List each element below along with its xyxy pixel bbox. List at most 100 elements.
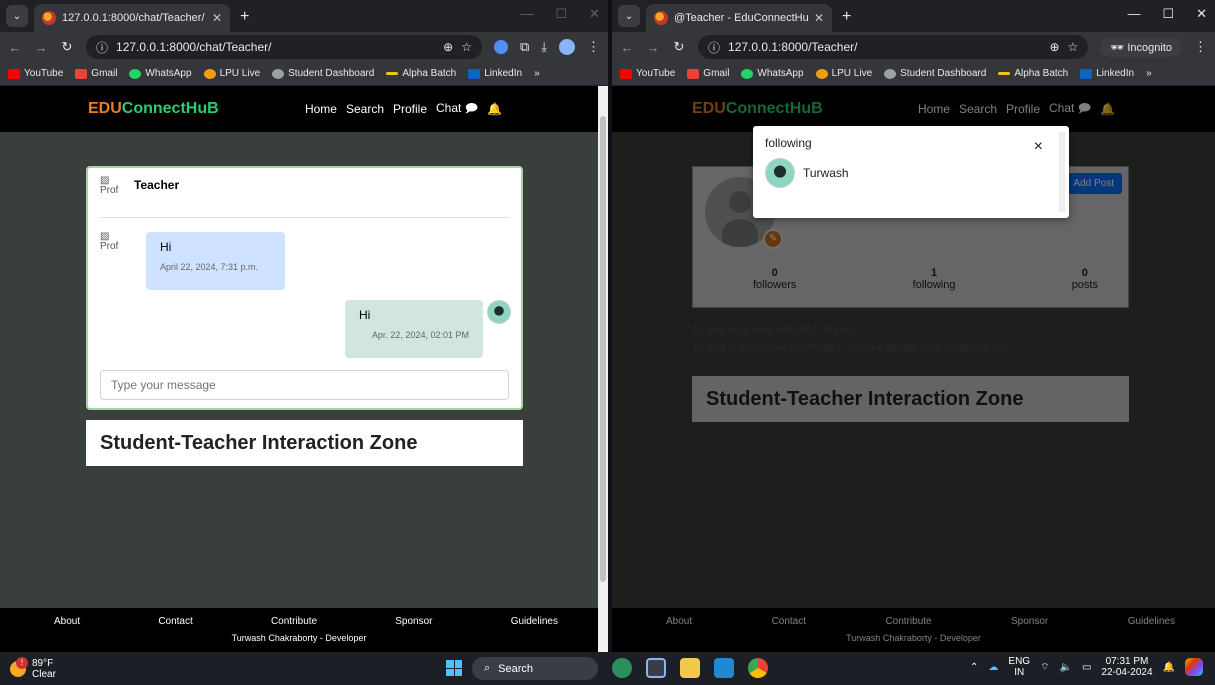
zoom-icon[interactable]: ⊕	[443, 40, 453, 54]
bookmark-label: Gmail	[91, 68, 118, 79]
bookmark-label: LinkedIn	[1096, 68, 1135, 79]
nav-search[interactable]: Search	[346, 102, 384, 116]
footer-contact[interactable]: Contact	[158, 616, 192, 627]
scrollbar-thumb[interactable]	[600, 116, 606, 582]
reload-icon[interactable]: ↻	[60, 39, 74, 55]
back-icon[interactable]: ←	[620, 40, 634, 55]
back-icon[interactable]: ←	[8, 40, 22, 55]
bookmark-lpu-live[interactable]: LPU Live	[815, 68, 873, 79]
footer-contribute[interactable]: Contribute	[271, 616, 317, 627]
bookmark-whatsapp[interactable]: WhatsApp	[741, 68, 804, 79]
incognito-badge[interactable]: 🕶 Incognito	[1100, 37, 1182, 57]
maximize-button[interactable]: ☐	[1162, 6, 1174, 22]
download-icon[interactable]: ⤓	[541, 39, 547, 55]
site-info-icon[interactable]: ⓘ	[708, 39, 720, 56]
forward-icon[interactable]: →	[646, 40, 660, 55]
nav-profile[interactable]: Profile	[393, 102, 427, 116]
bookmark-alpha-batch[interactable]: Alpha Batch	[998, 68, 1068, 79]
tab-close-icon[interactable]: ✕	[814, 11, 824, 25]
bell-icon[interactable]: 🔔	[487, 102, 502, 116]
modal-close-button[interactable]: ×	[1034, 138, 1043, 156]
chrome-icon[interactable]	[748, 658, 768, 678]
browser-tab[interactable]: @Teacher - EduConnectHub ✕	[646, 4, 832, 32]
widgets-icon[interactable]	[612, 658, 632, 678]
modal-scrollbar[interactable]	[1059, 132, 1065, 212]
bookmark-gmail[interactable]: Gmail	[687, 68, 729, 79]
file-explorer-icon[interactable]	[680, 658, 700, 678]
menu-kebab-icon[interactable]: ⋮	[587, 39, 600, 55]
task-view-icon[interactable]	[646, 658, 666, 678]
brand-logo[interactable]: EDUConnectHuB	[88, 100, 219, 118]
forward-icon[interactable]: →	[34, 40, 48, 55]
url-text: 127.0.0.1:8000/chat/Teacher/	[116, 40, 272, 54]
footer-guidelines[interactable]: Guidelines	[511, 616, 558, 627]
incognito-icon: 🕶	[1110, 41, 1125, 54]
volume-icon[interactable]: 🔈	[1059, 662, 1071, 673]
right-browser-window: ⌄ @Teacher - EduConnectHub ✕ + — ☐ ✕ ← →…	[612, 0, 1215, 652]
copilot-icon[interactable]	[1185, 658, 1203, 676]
language-indicator[interactable]: ENG IN	[1008, 656, 1030, 678]
extensions-puzzle-icon[interactable]: ⧉	[520, 39, 529, 55]
browser-tab[interactable]: 127.0.0.1:8000/chat/Teacher/ ✕	[34, 4, 230, 32]
reload-icon[interactable]: ↻	[672, 39, 686, 55]
bookmarks-more-button[interactable]: »	[534, 68, 540, 79]
vscode-icon[interactable]	[714, 658, 734, 678]
close-window-button[interactable]: ✕	[589, 6, 600, 22]
tab-favicon-icon	[654, 11, 668, 25]
bookmark-linkedin[interactable]: LinkedIn	[1080, 68, 1134, 79]
page-scrollbar[interactable]	[598, 86, 608, 652]
minimize-button[interactable]: —	[1127, 6, 1140, 22]
address-bar[interactable]: ⓘ 127.0.0.1:8000/Teacher/ ⊕ ☆	[698, 35, 1089, 59]
chevron-up-icon[interactable]: ⌃	[970, 662, 978, 673]
following-modal: following × Turwash	[753, 126, 1069, 218]
bookmark-label: LPU Live	[831, 68, 873, 79]
minimize-button[interactable]: —	[520, 6, 533, 22]
zoom-icon[interactable]: ⊕	[1049, 40, 1059, 54]
bookmark-youtube[interactable]: YouTube	[620, 68, 675, 79]
bookmark-gmail[interactable]: Gmail	[75, 68, 117, 79]
address-bar[interactable]: ⓘ 127.0.0.1:8000/chat/Teacher/ ⊕ ☆	[86, 35, 482, 59]
bookmark-star-icon[interactable]: ☆	[461, 40, 472, 54]
message-input[interactable]	[100, 370, 509, 400]
bookmark-alpha-batch[interactable]: Alpha Batch	[386, 68, 456, 79]
url-text: 127.0.0.1:8000/Teacher/	[728, 40, 858, 54]
taskbar-search[interactable]: ⌕ Search	[472, 657, 598, 680]
taskbar-apps	[612, 658, 768, 678]
bookmark-linkedin[interactable]: LinkedIn	[468, 68, 522, 79]
weather-widget[interactable]: ! 89°F Clear	[10, 656, 56, 680]
bookmark-youtube[interactable]: YouTube	[8, 68, 63, 79]
left-browser-window: ⌄ 127.0.0.1:8000/chat/Teacher/ ✕ + — ☐ ✕…	[0, 0, 608, 652]
footer-sponsor[interactable]: Sponsor	[395, 616, 432, 627]
close-window-button[interactable]: ✕	[1196, 6, 1207, 22]
nav-chat[interactable]: Chat 🗩	[436, 99, 478, 120]
tab-search-button[interactable]: ⌄	[618, 5, 640, 27]
tab-search-button[interactable]: ⌄	[6, 5, 28, 27]
notification-bell-icon[interactable]: 🔔	[1163, 662, 1175, 673]
site-info-icon[interactable]: ⓘ	[96, 39, 108, 56]
following-user-item[interactable]: Turwash	[765, 158, 1057, 188]
extension-icon[interactable]	[493, 40, 508, 54]
battery-icon[interactable]: ▭	[1082, 662, 1091, 673]
tab-close-icon[interactable]: ✕	[212, 11, 222, 25]
onedrive-icon[interactable]: ☁	[988, 662, 998, 673]
wifi-icon[interactable]: ⌔	[1040, 661, 1049, 674]
bookmark-student-dashboard[interactable]: Student Dashboard	[272, 68, 374, 79]
bookmarks-more-button[interactable]: »	[1146, 68, 1152, 79]
windows-start-icon[interactable]	[446, 660, 462, 676]
bookmark-lpu-live[interactable]: LPU Live	[203, 68, 260, 79]
profile-avatar-icon[interactable]	[559, 39, 575, 55]
new-tab-button[interactable]: +	[842, 8, 851, 26]
footer-about[interactable]: About	[54, 616, 80, 627]
windows-taskbar: ! 89°F Clear ⌕ Search ⌃ ☁ ENG IN ⌔ 🔈 ▭ 07:3…	[0, 652, 1215, 685]
bookmark-whatsapp[interactable]: WhatsApp	[129, 68, 192, 79]
menu-kebab-icon[interactable]: ⋮	[1194, 39, 1207, 55]
nav-home[interactable]: Home	[305, 102, 337, 116]
maximize-button[interactable]: ☐	[555, 6, 567, 22]
incoming-message: ▨ Prof Hi April 22, 2024, 7:31 p.m.	[100, 232, 285, 290]
new-tab-button[interactable]: +	[240, 8, 249, 26]
clock[interactable]: 07:31 PM 22-04-2024	[1101, 656, 1152, 678]
bookmark-star-icon[interactable]: ☆	[1068, 40, 1079, 54]
chat-bubble-icon: 🗩	[464, 100, 479, 115]
bookmark-student-dashboard[interactable]: Student Dashboard	[884, 68, 986, 79]
message-text: Hi	[160, 240, 172, 254]
